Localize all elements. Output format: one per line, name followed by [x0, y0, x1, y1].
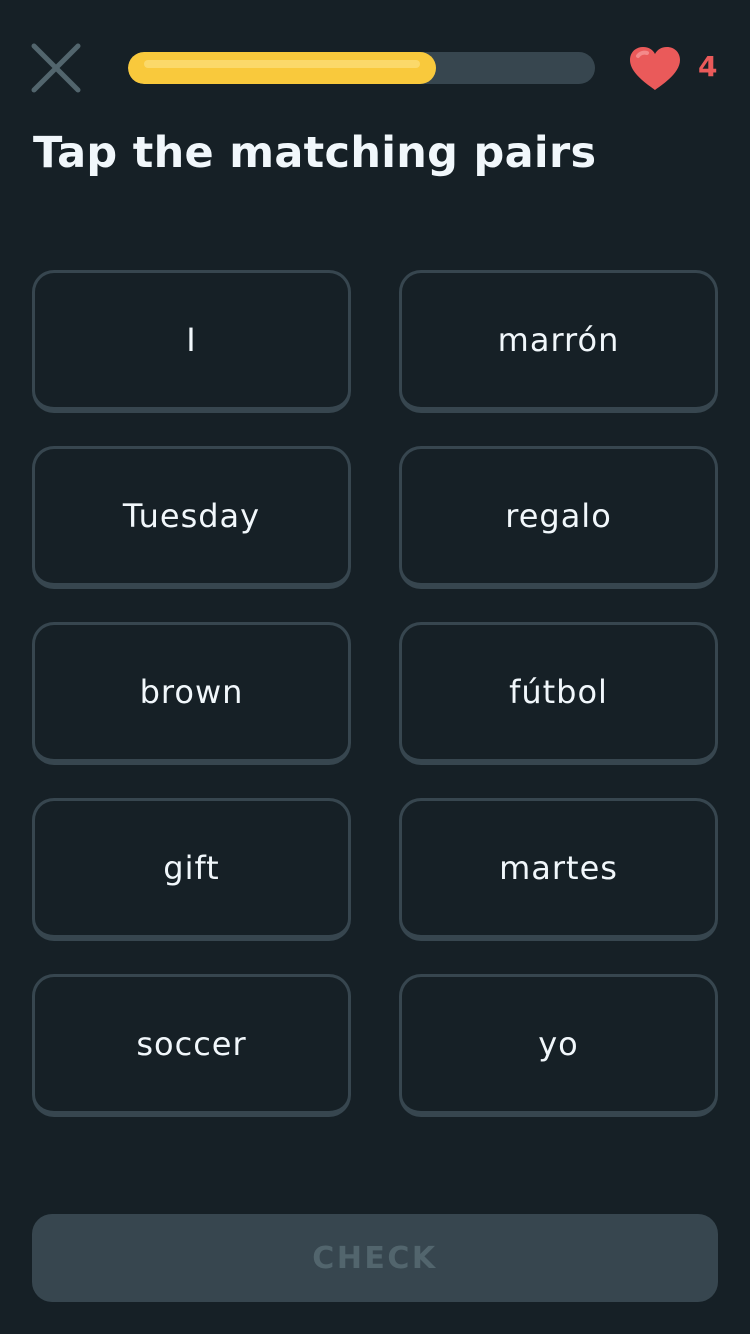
tile-label: gift [163, 849, 220, 887]
tile-label: soccer [136, 1025, 247, 1063]
lesson-progress-fill [128, 52, 436, 84]
hearts-count: 4 [698, 50, 718, 83]
close-icon [31, 43, 81, 93]
heart-icon [630, 47, 680, 90]
tile-label: brown [139, 673, 244, 711]
word-tile-tuesday[interactable]: Tuesday [32, 446, 351, 589]
close-button[interactable] [28, 40, 84, 96]
word-tile-brown[interactable]: brown [32, 622, 351, 765]
check-button-label: CHECK [312, 1240, 438, 1276]
word-tile-i[interactable]: I [32, 270, 351, 413]
page-title: Tap the matching pairs [33, 128, 597, 178]
tile-label: fútbol [509, 673, 608, 711]
lesson-screen: 4 Tap the matching pairs I marrón Tuesda… [0, 0, 750, 1334]
lesson-progress-shine [144, 60, 420, 68]
word-tile-martes[interactable]: martes [399, 798, 718, 941]
word-tile-soccer[interactable]: soccer [32, 974, 351, 1117]
tile-label: regalo [505, 497, 612, 535]
matching-pairs-grid: I marrón Tuesday regalo brown fútbol gif… [32, 270, 718, 1117]
word-tile-regalo[interactable]: regalo [399, 446, 718, 589]
hearts-counter[interactable]: 4 [628, 44, 728, 92]
tile-label: marrón [497, 321, 620, 359]
word-tile-marron[interactable]: marrón [399, 270, 718, 413]
word-tile-futbol[interactable]: fútbol [399, 622, 718, 765]
check-button[interactable]: CHECK [32, 1214, 718, 1302]
word-tile-gift[interactable]: gift [32, 798, 351, 941]
tile-label: I [186, 321, 197, 359]
tile-label: martes [499, 849, 618, 887]
tile-label: Tuesday [122, 497, 261, 535]
word-tile-yo[interactable]: yo [399, 974, 718, 1117]
tile-label: yo [538, 1025, 579, 1063]
lesson-progress-bar [128, 52, 595, 84]
